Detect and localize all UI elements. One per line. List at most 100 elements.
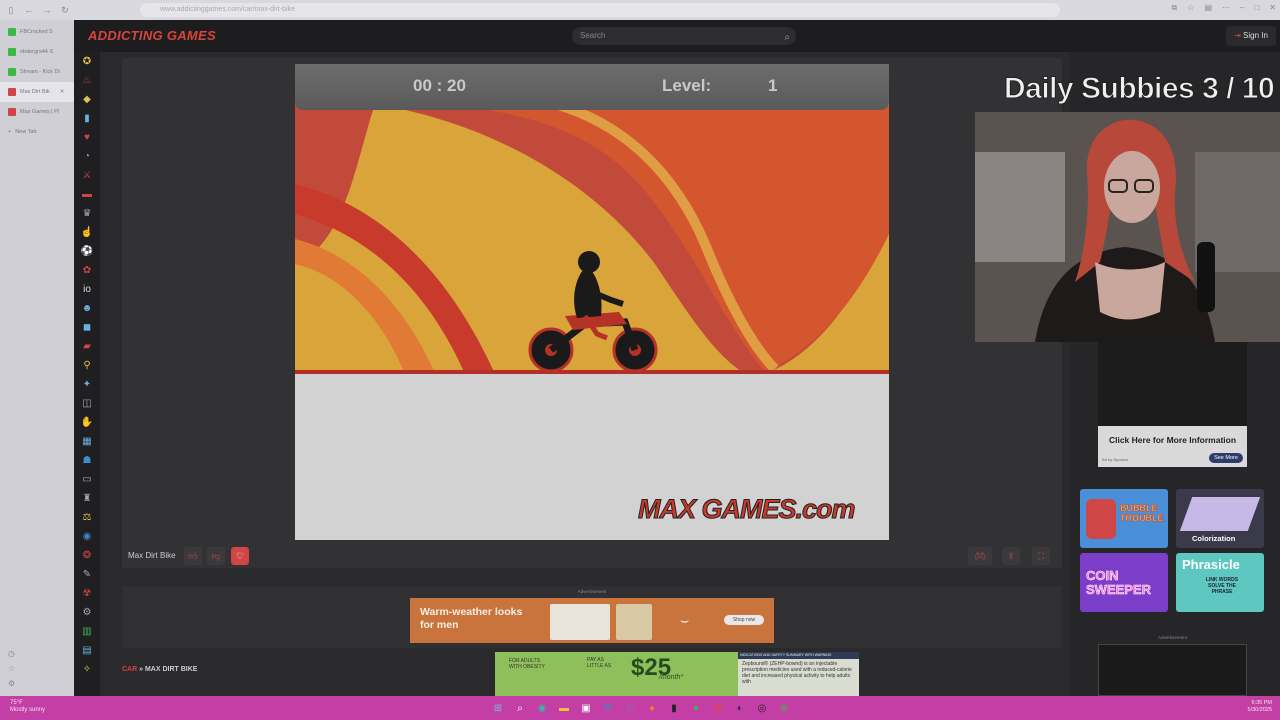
chrome-icon[interactable]: ◍ bbox=[710, 700, 726, 716]
sign-in-button[interactable]: ⇥ Sign In bbox=[1226, 26, 1276, 46]
ad-slot[interactable] bbox=[1098, 644, 1247, 696]
category-icon[interactable]: ✋ bbox=[74, 413, 100, 432]
xbox-icon[interactable]: ⊗ bbox=[776, 700, 792, 716]
category-icon[interactable]: ⚙ bbox=[74, 603, 100, 622]
discord-icon[interactable]: ☺ bbox=[622, 700, 638, 716]
category-icon[interactable]: ✪ bbox=[74, 52, 100, 71]
category-icon[interactable]: ▮ bbox=[74, 109, 100, 128]
minimize-icon[interactable]: – bbox=[1240, 3, 1244, 13]
category-icon[interactable]: ✦ bbox=[74, 375, 100, 394]
gamepad-button[interactable]: 🎮︎ bbox=[968, 547, 992, 565]
breadcrumb-category[interactable]: CAR bbox=[122, 666, 137, 673]
maximize-icon[interactable]: □ bbox=[1254, 3, 1259, 13]
category-icon[interactable]: ☢ bbox=[74, 584, 100, 603]
weather-widget[interactable]: 75°F Mostly sunny bbox=[10, 700, 45, 714]
zep-ad-left: FOR ADULTS WITH OBESITY PAY AS LITTLE AS… bbox=[495, 652, 738, 696]
category-icon[interactable]: ♥ bbox=[74, 128, 100, 147]
category-icon[interactable]: ▭ bbox=[74, 470, 100, 489]
tab-item[interactable]: FBCrocked S bbox=[0, 22, 74, 42]
history-icon[interactable]: ◷ bbox=[8, 649, 15, 658]
category-icon[interactable]: ☗ bbox=[74, 451, 100, 470]
category-icon[interactable]: ◆ bbox=[74, 90, 100, 109]
category-icon[interactable]: io bbox=[74, 280, 100, 299]
tab-close-icon[interactable]: ✕ bbox=[60, 89, 65, 95]
obs-icon[interactable]: ◎ bbox=[754, 700, 770, 716]
store-icon[interactable]: ▣ bbox=[578, 700, 594, 716]
category-icon[interactable]: ☝ bbox=[74, 223, 100, 242]
new-tab-button[interactable]: + New Tab bbox=[0, 122, 74, 142]
mail-icon[interactable]: ✉ bbox=[600, 700, 616, 716]
category-icon[interactable]: ▦ bbox=[74, 432, 100, 451]
amazon-ad[interactable]: Warm-weather looks for men ⌣ Shop now bbox=[410, 598, 774, 643]
game-thumbnail[interactable]: COIN SWEEPER bbox=[1080, 553, 1168, 612]
category-icon[interactable]: ◔ bbox=[74, 147, 100, 166]
category-icon[interactable]: ▰ bbox=[74, 337, 100, 356]
category-icon[interactable]: ☻ bbox=[74, 299, 100, 318]
game-thumbnail[interactable]: BUBBLE TROUBLE bbox=[1080, 489, 1168, 548]
category-icon[interactable]: ✿ bbox=[74, 261, 100, 280]
menu-icon[interactable]: ⋯ bbox=[1222, 3, 1230, 13]
category-icon[interactable]: ✧ bbox=[74, 660, 100, 679]
tab-item[interactable]: obdergrs44 S bbox=[0, 42, 74, 62]
site-logo[interactable]: ADDICTING GAMES bbox=[88, 28, 216, 43]
category-icon[interactable]: ✎ bbox=[74, 565, 100, 584]
tab-item[interactable]: Stream - Kick Di bbox=[0, 62, 74, 82]
category-icon[interactable]: ◫ bbox=[74, 394, 100, 413]
category-icon[interactable]: ♜ bbox=[74, 489, 100, 508]
dislike-button[interactable]: 👎︎ bbox=[207, 547, 225, 565]
category-icon[interactable]: ▤ bbox=[74, 641, 100, 660]
category-icon[interactable]: ⚲ bbox=[74, 356, 100, 375]
system-clock[interactable]: 6:35 PM 5/30/2025 bbox=[1248, 700, 1272, 714]
tab-label: obdergrs44 S bbox=[20, 49, 54, 55]
shop-now-button[interactable]: Shop now bbox=[724, 615, 764, 625]
search-icon[interactable]: ⌕ bbox=[784, 29, 790, 47]
sidebar-toggle-icon[interactable]: ▯ bbox=[4, 3, 18, 17]
terminal-icon[interactable]: ▮ bbox=[666, 700, 682, 716]
category-icon[interactable]: ❂ bbox=[74, 546, 100, 565]
file-explorer-icon[interactable]: ▬ bbox=[556, 700, 572, 716]
category-icon[interactable]: ▬ bbox=[74, 185, 100, 204]
favorites-sidebar-icon[interactable]: ☆ bbox=[8, 664, 15, 673]
category-icon[interactable]: ♛ bbox=[74, 204, 100, 223]
collections-icon[interactable]: ▤ bbox=[1204, 3, 1212, 13]
tab-item-active[interactable]: Max Dirt Bik ✕ bbox=[0, 82, 74, 102]
see-more-button[interactable]: See More bbox=[1209, 453, 1243, 463]
tab-favicon-icon bbox=[8, 68, 16, 76]
steam-icon[interactable]: ◐ bbox=[732, 700, 748, 716]
zepbound-ad[interactable]: FOR ADULTS WITH OBESITY PAY AS LITTLE AS… bbox=[495, 652, 859, 696]
breadcrumb-current: MAX DIRT BIKE bbox=[144, 666, 198, 673]
ad-label: Advertisement bbox=[577, 589, 607, 594]
reload-icon[interactable]: ↻ bbox=[58, 3, 72, 17]
spotify-icon[interactable]: ● bbox=[688, 700, 704, 716]
forward-icon[interactable]: → bbox=[40, 3, 54, 17]
favorites-icon[interactable]: ☆ bbox=[1187, 3, 1194, 13]
extensions-icon[interactable]: ⧉ bbox=[1172, 3, 1178, 13]
category-icon[interactable]: ▥ bbox=[74, 622, 100, 641]
start-icon[interactable]: ⊞ bbox=[490, 700, 506, 716]
category-icon[interactable]: ⚖ bbox=[74, 508, 100, 527]
tab-item[interactable]: Max Games | Pl bbox=[0, 102, 74, 122]
game-canvas[interactable]: 00 : 20 Level: 1 MAX GAMES.com bbox=[295, 64, 889, 540]
settings-icon[interactable]: ⚙ bbox=[8, 679, 15, 688]
share-button[interactable]: ⇪ bbox=[1002, 547, 1020, 565]
edge-icon[interactable]: ◉ bbox=[534, 700, 550, 716]
fullscreen-button[interactable]: ⛶ bbox=[1032, 547, 1050, 565]
back-icon[interactable]: ← bbox=[22, 3, 36, 17]
category-icon[interactable]: ⚽ bbox=[74, 242, 100, 261]
sponsored-ad[interactable]: Click Here for More Information Ad by Sp… bbox=[1098, 342, 1247, 467]
category-icon[interactable]: ◼ bbox=[74, 318, 100, 337]
favorite-button[interactable]: ♡ bbox=[231, 547, 249, 565]
category-icon[interactable]: ◉ bbox=[74, 527, 100, 546]
game-title: Max Dirt Bike bbox=[128, 551, 176, 560]
category-icon[interactable]: ♨ bbox=[74, 71, 100, 90]
stream-webcam bbox=[975, 112, 1280, 342]
game-thumbnail[interactable]: Colorization bbox=[1176, 489, 1264, 548]
like-button[interactable]: 👍︎ bbox=[184, 547, 202, 565]
search-icon[interactable]: ⌕ bbox=[512, 700, 528, 716]
close-icon[interactable]: ✕ bbox=[1269, 3, 1276, 13]
address-bar[interactable]: www.addictinggames.com/car/max-dirt-bike bbox=[140, 3, 1060, 17]
search-input[interactable]: Search ⌕ bbox=[572, 27, 796, 45]
firefox-icon[interactable]: ● bbox=[644, 700, 660, 716]
category-icon[interactable]: ⚔ bbox=[74, 166, 100, 185]
game-thumbnail[interactable]: Phrasicle LINK WORDS SOLVE THE PHRASE bbox=[1176, 553, 1264, 612]
